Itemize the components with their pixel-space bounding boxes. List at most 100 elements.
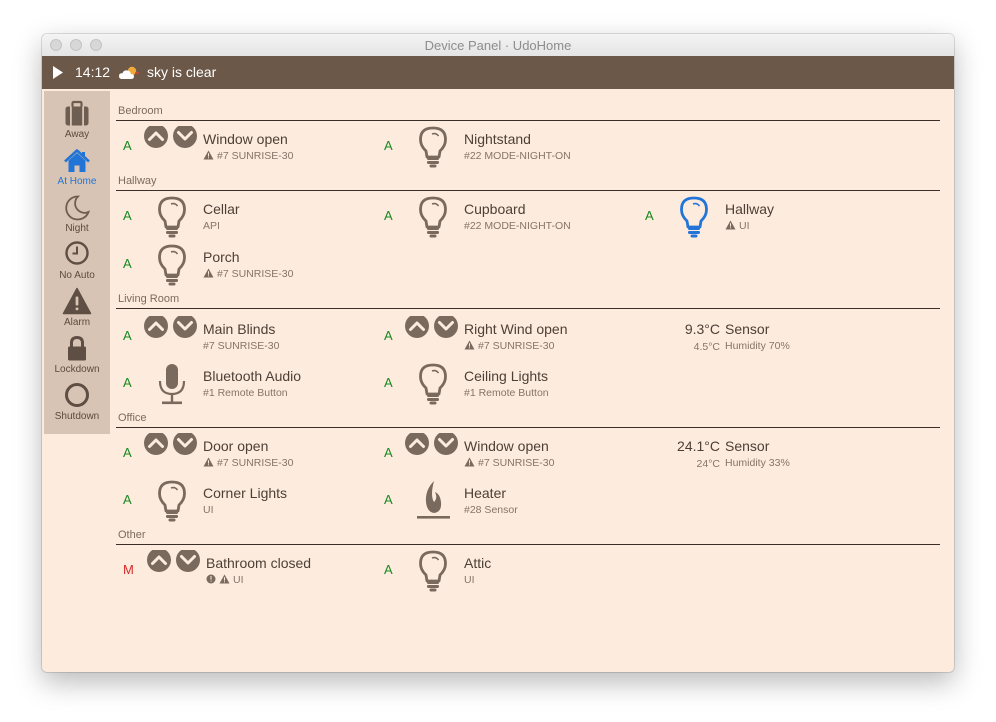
shutter-down-button[interactable] <box>173 431 197 455</box>
mode-indicator[interactable]: A <box>384 445 393 460</box>
device-office-window[interactable]: A Window open #7 SUNRISE-30 <box>377 431 637 477</box>
device-trigger: #7 SUNRISE-30 <box>203 150 293 163</box>
clock: 14:12 <box>75 64 111 80</box>
mode-indicator[interactable]: A <box>123 208 132 223</box>
lightbulb-icon[interactable] <box>144 480 200 524</box>
device-name: Sensor <box>725 438 770 454</box>
mode-indicator[interactable]: A <box>384 208 393 223</box>
shutter-up-button[interactable] <box>144 314 168 338</box>
shutter-down-button[interactable] <box>434 431 458 455</box>
device-living-main-blinds[interactable]: A Main Blinds #7 SUNRISE-30 <box>116 314 376 360</box>
device-trigger: UI <box>464 574 475 586</box>
device-living-bluetooth-audio[interactable]: A Bluetooth Audio #1 Remote Button <box>116 363 376 407</box>
mode-indicator[interactable]: A <box>384 138 393 153</box>
device-bedroom-nightstand[interactable]: A Nightstand #22 MODE-NIGHT-ON <box>377 126 637 170</box>
microphone-icon[interactable] <box>144 363 200 407</box>
device-other-attic[interactable]: A Attic UI <box>377 550 637 594</box>
shutter-up-button[interactable] <box>144 431 168 455</box>
device-name: Heater <box>464 485 507 501</box>
lightbulb-icon[interactable] <box>405 550 461 594</box>
lightbulb-icon[interactable] <box>144 196 200 240</box>
shutter-down-button[interactable] <box>173 314 197 338</box>
device-office-corner-lights[interactable]: A Corner Lights UI <box>116 480 376 524</box>
mode-indicator[interactable]: A <box>123 375 132 390</box>
room-divider <box>116 427 940 428</box>
sidebar-item-shutdown[interactable]: Shutdown <box>44 381 110 428</box>
mode-indicator[interactable]: A <box>384 375 393 390</box>
shutter-down-button[interactable] <box>173 124 197 148</box>
lightbulb-icon[interactable] <box>405 196 461 240</box>
device-name: Attic <box>464 555 492 571</box>
device-trigger: #7 SUNRISE-30 <box>203 268 293 281</box>
room-title-hallway: Hallway <box>118 175 157 187</box>
play-icon[interactable] <box>52 66 64 79</box>
mode-indicator[interactable]: A <box>384 492 393 507</box>
lightbulb-icon[interactable] <box>144 244 200 288</box>
device-name: Door open <box>203 438 269 454</box>
device-trigger: #7 SUNRISE-30 <box>464 457 554 470</box>
sidebar-item-no-auto[interactable]: No Auto <box>44 240 110 287</box>
shutter-control <box>405 431 461 477</box>
device-name: Main Blinds <box>203 321 276 337</box>
shutter-up-button[interactable] <box>147 548 171 572</box>
device-hallway-hallway[interactable]: A Hallway UI <box>638 196 898 240</box>
device-trigger: #1 Remote Button <box>464 387 549 399</box>
device-trigger: #7 SUNRISE-30 <box>203 457 293 470</box>
device-name: Hallway <box>725 201 775 217</box>
mode-indicator[interactable]: A <box>384 562 393 577</box>
shutter-control <box>144 314 200 360</box>
mode-indicator[interactable]: M <box>123 562 134 577</box>
window-title: Device Panel · UdoHome <box>424 38 572 53</box>
lightbulb-icon[interactable] <box>405 363 461 407</box>
device-hallway-porch[interactable]: A Porch #7 SUNRISE-30 <box>116 244 376 288</box>
temperature-current: 9.3°C <box>684 321 720 337</box>
humidity-reading: Humidity 33% <box>725 457 790 469</box>
device-other-bathroom[interactable]: M Bathroom closed UI <box>116 548 376 594</box>
sidebar-item-lockdown[interactable]: Lockdown <box>44 334 110 381</box>
shutter-down-button[interactable] <box>434 314 458 338</box>
sidebar-item-night[interactable]: Night <box>44 193 110 240</box>
weather-text: sky is clear <box>147 64 217 80</box>
device-office-door[interactable]: A Door open #7 SUNRISE-30 <box>116 431 376 477</box>
sidebar-item-away[interactable]: Away <box>44 99 110 146</box>
mode-indicator[interactable]: A <box>123 138 132 153</box>
lightbulb-on-icon[interactable] <box>666 196 722 240</box>
mode-indicator[interactable]: A <box>123 445 132 460</box>
sidebar-item-at-home[interactable]: At Home <box>44 146 110 193</box>
room-divider <box>116 544 940 545</box>
warning-icon <box>203 150 214 163</box>
mode-indicator[interactable]: A <box>123 256 132 271</box>
shutter-up-button[interactable] <box>144 124 168 148</box>
mode-indicator[interactable]: A <box>123 492 132 507</box>
device-trigger: #7 SUNRISE-30 <box>464 340 554 353</box>
device-office-sensor: 24.1°C 24°C Sensor Humidity 33% <box>638 433 898 477</box>
flame-icon[interactable] <box>405 480 461 524</box>
clock-icon <box>65 241 89 265</box>
device-hallway-cellar[interactable]: A Cellar API <box>116 196 376 240</box>
shutter-down-button[interactable] <box>176 548 200 572</box>
room-title-bedroom: Bedroom <box>118 105 163 117</box>
warning-icon <box>464 457 475 470</box>
device-name: Window open <box>203 131 288 147</box>
device-hallway-cupboard[interactable]: A Cupboard #22 MODE-NIGHT-ON <box>377 196 637 240</box>
warning-icon <box>219 574 230 587</box>
mode-indicator[interactable]: A <box>384 328 393 343</box>
mode-indicator[interactable]: A <box>123 328 132 343</box>
device-list: Bedroom A Window open #7 SUNRISE-30 A Ni… <box>116 91 942 671</box>
room-title-office: Office <box>118 412 147 424</box>
moon-icon <box>65 195 91 221</box>
device-name: Ceiling Lights <box>464 368 549 384</box>
mode-indicator[interactable]: A <box>645 208 654 223</box>
room-divider <box>116 190 940 191</box>
device-living-right-wind[interactable]: A Right Wind open #7 SUNRISE-30 <box>377 314 637 360</box>
shutter-up-button[interactable] <box>405 431 429 455</box>
sidebar-item-alarm[interactable]: Alarm <box>44 287 110 334</box>
device-name: Cellar <box>203 201 240 217</box>
lightbulb-icon[interactable] <box>405 126 461 170</box>
device-living-ceiling-lights[interactable]: A Ceiling Lights #1 Remote Button <box>377 363 637 407</box>
device-office-heater[interactable]: A Heater #28 Sensor <box>377 480 637 524</box>
device-trigger: #7 SUNRISE-30 <box>203 340 280 352</box>
device-bedroom-window[interactable]: A Window open #7 SUNRISE-30 <box>116 124 376 170</box>
humidity-reading: Humidity 70% <box>725 340 790 352</box>
shutter-up-button[interactable] <box>405 314 429 338</box>
